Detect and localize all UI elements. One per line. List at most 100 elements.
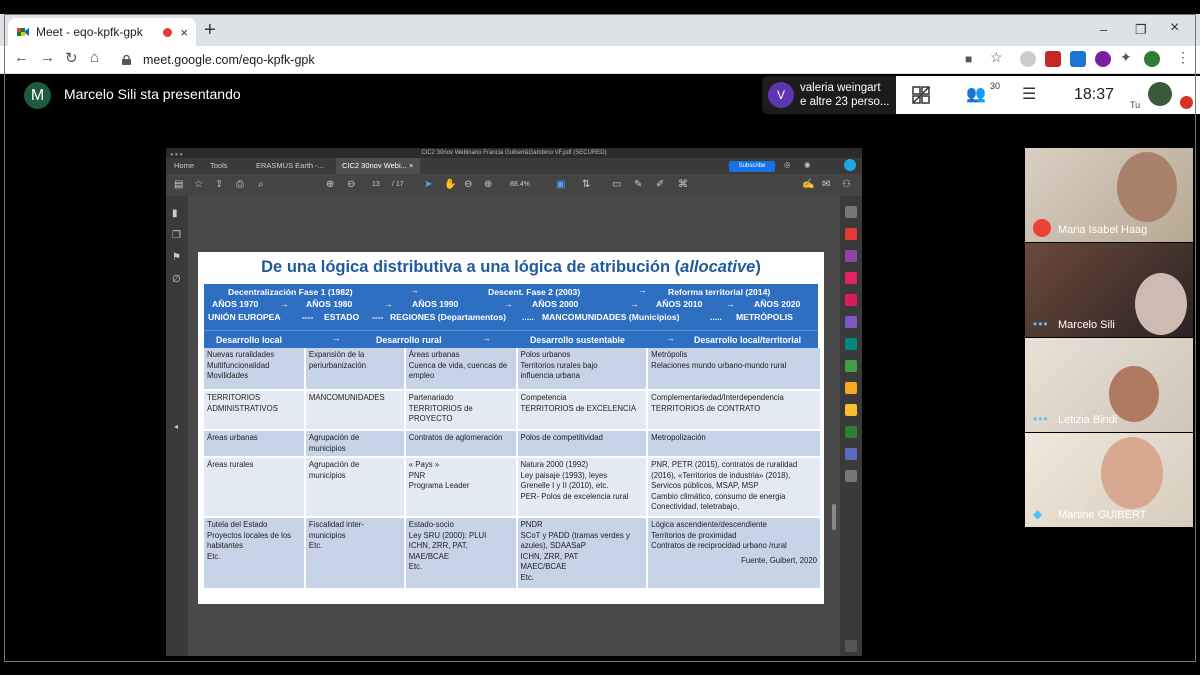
cell-text: Metropolización — [651, 433, 706, 442]
edit-pdf-icon[interactable] — [845, 272, 857, 284]
participant-name: Maria Isabel Haag — [1058, 224, 1148, 236]
close-window-button[interactable]: × — [1170, 19, 1179, 37]
export-pdf-icon[interactable] — [845, 228, 857, 240]
slide-title-italic: allocative — [680, 258, 756, 276]
minimize-button[interactable]: – — [1100, 22, 1107, 37]
viewer-others: e altre 23 perso... — [800, 96, 890, 108]
star-icon[interactable]: ☆ — [194, 179, 203, 190]
camera-icon[interactable]: ■ — [965, 52, 972, 66]
participant-tile[interactable]: Maria Isabel Haag — [1025, 148, 1193, 242]
dev-phase: Desarrollo local — [216, 335, 283, 345]
dev-phase: Desarrollo local/territorial — [694, 335, 802, 345]
zoom-tool-icon[interactable] — [845, 206, 857, 218]
self-avatar[interactable] — [1148, 82, 1172, 106]
pdf-tab-home[interactable]: Home — [168, 158, 200, 174]
address-bar[interactable]: meet.google.com/eqo-kpfk-gpk — [112, 48, 1012, 72]
pdf-tab-close-icon[interactable]: × — [409, 161, 413, 170]
people-icon[interactable]: 👥 — [966, 84, 986, 104]
account-icon[interactable] — [844, 159, 856, 171]
cell-text: « Pays » PNR Programa Leader — [408, 460, 470, 490]
participant-tile[interactable]: ••• Marcelo Sili — [1025, 243, 1193, 337]
sign-icon[interactable]: ✍ — [802, 179, 814, 190]
bookmark-icon[interactable]: ⚑ — [172, 252, 181, 263]
participant-tile[interactable]: ••• Letizia Bindi — [1025, 338, 1193, 432]
band-sep: ---- — [302, 312, 314, 322]
compress-icon[interactable] — [845, 360, 857, 372]
expand-panel-icon[interactable] — [845, 640, 857, 652]
upload-icon[interactable]: ⇪ — [215, 179, 223, 190]
extensions-puzzle-icon[interactable]: ✦ — [1120, 49, 1132, 66]
home-icon[interactable]: ⌂ — [90, 49, 99, 66]
zoom-level[interactable]: 88.4% — [510, 181, 530, 188]
band-phase1: Decentralización Fase 1 (1982) — [228, 287, 353, 297]
search-icon[interactable]: ⌕ — [258, 179, 264, 190]
forward-icon[interactable]: → — [40, 49, 55, 66]
cell-text: Agrupación de municipios — [308, 460, 360, 480]
protect-icon[interactable] — [845, 448, 857, 460]
scroll-mode-icon[interactable]: ⇅ — [582, 179, 590, 190]
send-review-icon[interactable] — [845, 338, 857, 350]
stamp-icon[interactable]: ⌘ — [678, 179, 688, 190]
pages-icon[interactable]: ❐ — [172, 230, 181, 241]
participant-name: Marcelo Sili — [1058, 319, 1115, 331]
help-icon[interactable]: ◎ — [784, 160, 791, 169]
pdf-tab-current[interactable]: CIC2 30nov Webi... × — [336, 158, 420, 174]
viewer-name: valeria weingart — [800, 82, 881, 94]
share-user-icon[interactable]: ⚇ — [842, 179, 851, 190]
browser-menu-icon[interactable]: ⋮ — [1176, 49, 1190, 66]
participant-tile[interactable]: ◆ Martine GUIBERT — [1025, 433, 1193, 527]
extension-globe-icon[interactable] — [1020, 51, 1036, 67]
hand-tool-icon[interactable]: ✋ — [444, 179, 456, 190]
pdf-tab-erasmus[interactable]: ERASMUS Earth -... — [250, 158, 330, 174]
pdf-right-rail — [840, 196, 862, 656]
save-icon[interactable]: ▤ — [174, 179, 183, 190]
comment-icon[interactable]: ▭ — [612, 179, 621, 190]
tab-close-icon[interactable]: × — [180, 25, 188, 40]
fit-page-icon[interactable]: ▣ — [556, 179, 565, 190]
band-level: ESTADO — [324, 312, 360, 322]
page-down-icon[interactable]: ⊖ — [347, 179, 355, 190]
mail-icon[interactable]: ✉ — [822, 179, 830, 190]
select-cursor-icon[interactable]: ➤ — [424, 179, 432, 190]
bookmark-star-icon[interactable]: ☆ — [990, 49, 1003, 66]
layout-grid-icon[interactable] — [912, 86, 930, 104]
cell-text: Expansión de la periurbanización — [308, 350, 367, 370]
table-cell: Agrupación de municipios — [304, 430, 406, 458]
zoom-out-icon[interactable]: ⊖ — [464, 179, 472, 190]
organize-pages-icon[interactable] — [845, 294, 857, 306]
extension-colors-icon[interactable] — [1095, 51, 1111, 67]
notifications-icon[interactable]: ◉ — [804, 160, 811, 169]
extension-d-icon[interactable] — [1070, 51, 1086, 67]
zoom-in-icon[interactable]: ⊕ — [484, 179, 492, 190]
fill-sign-icon[interactable] — [845, 316, 857, 328]
browser-tab-meet[interactable]: Meet - eqo-kpfk-gpk × — [8, 18, 196, 46]
pdf-tab-tools[interactable]: Tools — [204, 158, 234, 174]
attachment-icon[interactable]: ∅ — [172, 274, 181, 285]
lock-icon — [122, 55, 131, 65]
maximize-button[interactable]: ❐ — [1135, 22, 1147, 38]
page-current[interactable]: 13 — [372, 181, 380, 188]
google-meet-icon — [17, 28, 29, 36]
print-icon[interactable]: ⎙ — [236, 179, 244, 190]
subscribe-button[interactable]: Subscribe — [729, 161, 775, 172]
scan-icon[interactable] — [845, 426, 857, 438]
page-up-icon[interactable]: ⊕ — [326, 179, 334, 190]
pdf-extension-icon[interactable] — [1045, 51, 1061, 67]
highlight-icon[interactable]: ✎ — [634, 179, 642, 190]
people-summary[interactable]: V valeria weingart e altre 23 perso... — [762, 76, 896, 114]
band-year: AÑOS 1980 — [306, 299, 353, 309]
profile-avatar-icon[interactable] — [1144, 51, 1160, 67]
new-tab-button[interactable]: + — [204, 19, 216, 42]
chat-icon[interactable]: ☰ — [1022, 84, 1036, 104]
cell-text: Agrupación de municipios — [308, 433, 360, 453]
collapse-left-icon[interactable]: ◂ — [174, 422, 178, 431]
comment-panel-icon[interactable] — [845, 404, 857, 416]
export-icon[interactable] — [845, 382, 857, 394]
back-icon[interactable]: ← — [14, 49, 29, 66]
create-pdf-icon[interactable] — [845, 250, 857, 262]
draw-icon[interactable]: ✐ — [656, 179, 664, 190]
lock-icon[interactable]: ▮ — [172, 208, 178, 219]
pdf-scrollbar[interactable] — [832, 504, 836, 530]
reload-icon[interactable]: ↻ — [65, 49, 78, 67]
more-tools-icon[interactable] — [845, 470, 857, 482]
